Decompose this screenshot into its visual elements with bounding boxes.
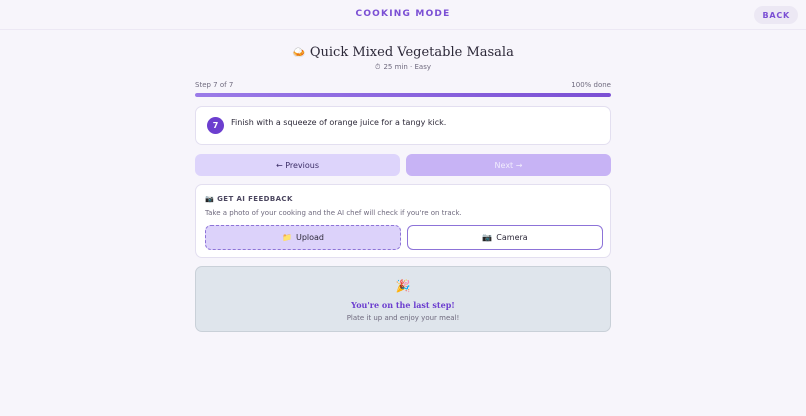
camera-icon: 📷 [482,233,493,242]
recipe-title: 🍛 Quick Mixed Vegetable Masala [0,45,806,60]
ai-feedback-header: 📷 GET AI FEEDBACK [205,195,293,203]
step-number-badge: 7 [207,117,224,134]
camera-label: Camera [496,233,528,242]
progress-bar-fill [195,93,611,97]
upload-label: Upload [295,233,324,242]
upload-button[interactable]: 📁 Upload [205,225,401,250]
last-step-subtitle: Plate it up and enjoy your meal! [346,314,460,322]
curry-icon: 🍛 [292,46,306,59]
party-popper-icon: 🎉 [395,279,411,293]
ai-feedback-description: Take a photo of your cooking and the AI … [205,209,462,217]
ai-feedback-title: GET AI FEEDBACK [217,195,293,203]
back-button[interactable]: BACK [754,6,798,24]
recipe-meta-text: 25 min · Easy [383,63,431,71]
progress-percent: 100% done [571,81,611,89]
previous-button[interactable]: ← Previous [195,154,400,176]
progress-bar [195,93,611,97]
page-title: COOKING MODE [355,9,451,19]
last-step-title: You're on the last step! [351,300,455,310]
top-bar: COOKING MODE BACK [0,0,806,30]
camera-icon: 📷 [205,195,215,203]
ai-feedback-card: 📷 GET AI FEEDBACK Take a photo of your co… [195,184,611,258]
timer-icon: ⏱ [375,63,381,71]
next-button[interactable]: Next → [406,154,611,176]
last-step-card: 🎉 You're on the last step! Plate it up a… [195,266,611,332]
step-card: 7 Finish with a squeeze of orange juice … [195,106,611,145]
recipe-title-text: Quick Mixed Vegetable Masala [309,45,514,60]
step-instruction: Finish with a squeeze of orange juice fo… [231,118,447,127]
step-counter: Step 7 of 7 [195,81,234,89]
folder-icon: 📁 [282,233,292,242]
recipe-meta: ⏱ 25 min · Easy [0,63,806,72]
camera-button[interactable]: 📷 Camera [407,225,603,250]
